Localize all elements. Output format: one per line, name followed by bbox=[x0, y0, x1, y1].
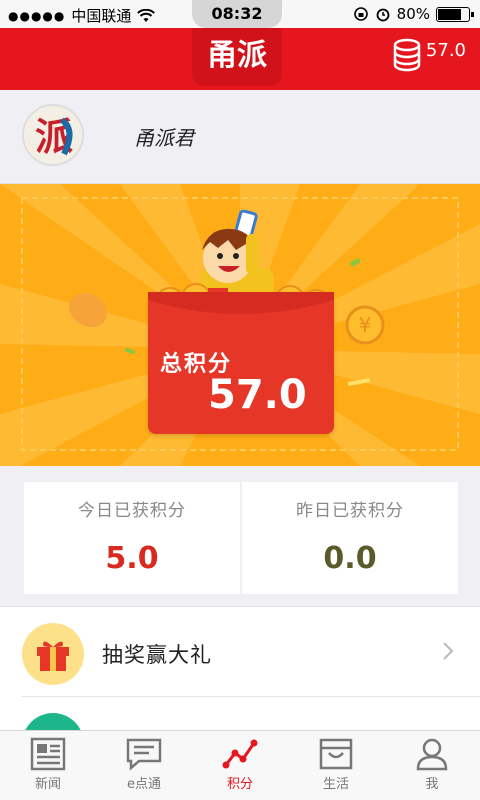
tab-bar: 新闻 e点通 积分 生活 我 bbox=[0, 730, 480, 800]
gift-icon bbox=[37, 641, 69, 671]
person-icon bbox=[416, 738, 448, 771]
trend-icon bbox=[222, 739, 258, 769]
carrier-label: 中国联通 bbox=[71, 7, 132, 25]
user-profile-row[interactable]: 派 甬派君 bbox=[0, 90, 480, 184]
coin-balance-value: 57.0 bbox=[425, 40, 466, 61]
yesterday-points-label: 昨日已获积分 bbox=[296, 501, 404, 521]
today-points-label: 今日已获积分 bbox=[78, 501, 186, 521]
status-time: 08:32 bbox=[192, 0, 282, 28]
stats-section: 今日已获积分 5.0 昨日已获积分 0.0 bbox=[0, 466, 480, 606]
battery-icon bbox=[436, 6, 474, 22]
app-logo: 甬派 bbox=[192, 28, 282, 86]
total-points-value: 57.0 bbox=[208, 372, 307, 418]
tab-life-label: 生活 bbox=[322, 777, 349, 792]
tab-e-dian-tong[interactable]: e点通 bbox=[96, 731, 192, 800]
tab-me-label: 我 bbox=[425, 777, 439, 792]
user-name: 甬派君 bbox=[134, 126, 194, 150]
menu-list: 抽奖赢大礼 bbox=[0, 606, 480, 730]
tab-life[interactable]: 生活 bbox=[288, 731, 384, 800]
battery-percent: 80% bbox=[396, 5, 430, 23]
list-item-partial-icon bbox=[22, 713, 84, 730]
alarm-icon bbox=[376, 8, 390, 22]
chat-icon bbox=[126, 738, 162, 771]
battery-fill bbox=[438, 8, 462, 20]
avatar[interactable]: 派 bbox=[22, 104, 84, 166]
shop-icon bbox=[319, 738, 353, 770]
signal-strength-icon: ●●●●● bbox=[8, 8, 66, 23]
status-left: ●●●●● 中国联通 bbox=[8, 5, 156, 26]
tab-points[interactable]: 积分 bbox=[192, 731, 288, 800]
newspaper-icon bbox=[30, 737, 66, 771]
app-header: 甬派 57.0 bbox=[0, 28, 480, 90]
tab-news[interactable]: 新闻 bbox=[0, 731, 96, 800]
today-points-value: 5.0 bbox=[105, 541, 159, 576]
envelope-flap-decoration bbox=[148, 292, 334, 314]
coin-stack-icon bbox=[393, 38, 421, 72]
tab-news-label: 新闻 bbox=[34, 777, 61, 792]
yesterday-points-card: 昨日已获积分 0.0 bbox=[242, 482, 458, 594]
chevron-right-icon bbox=[443, 642, 454, 660]
wifi-icon bbox=[137, 8, 156, 22]
list-item-lottery[interactable]: 抽奖赢大礼 bbox=[22, 607, 480, 697]
status-right: 80% bbox=[353, 5, 474, 23]
today-points-card: 今日已获积分 5.0 bbox=[24, 482, 240, 594]
tab-points-label: 积分 bbox=[226, 777, 253, 792]
rotation-lock-icon bbox=[353, 7, 368, 21]
tab-me[interactable]: 我 bbox=[384, 731, 480, 800]
tab-e-dian-tong-label: e点通 bbox=[127, 777, 161, 792]
status-bar: ●●●●● 中国联通 08:32 80% bbox=[0, 0, 480, 28]
lottery-label: 抽奖赢大礼 bbox=[102, 643, 212, 667]
coin-balance[interactable]: 57.0 bbox=[392, 38, 466, 72]
avatar-logo-icon: 派 bbox=[24, 106, 82, 164]
yesterday-points-value: 0.0 bbox=[323, 541, 377, 576]
gift-icon-circle bbox=[22, 623, 84, 685]
